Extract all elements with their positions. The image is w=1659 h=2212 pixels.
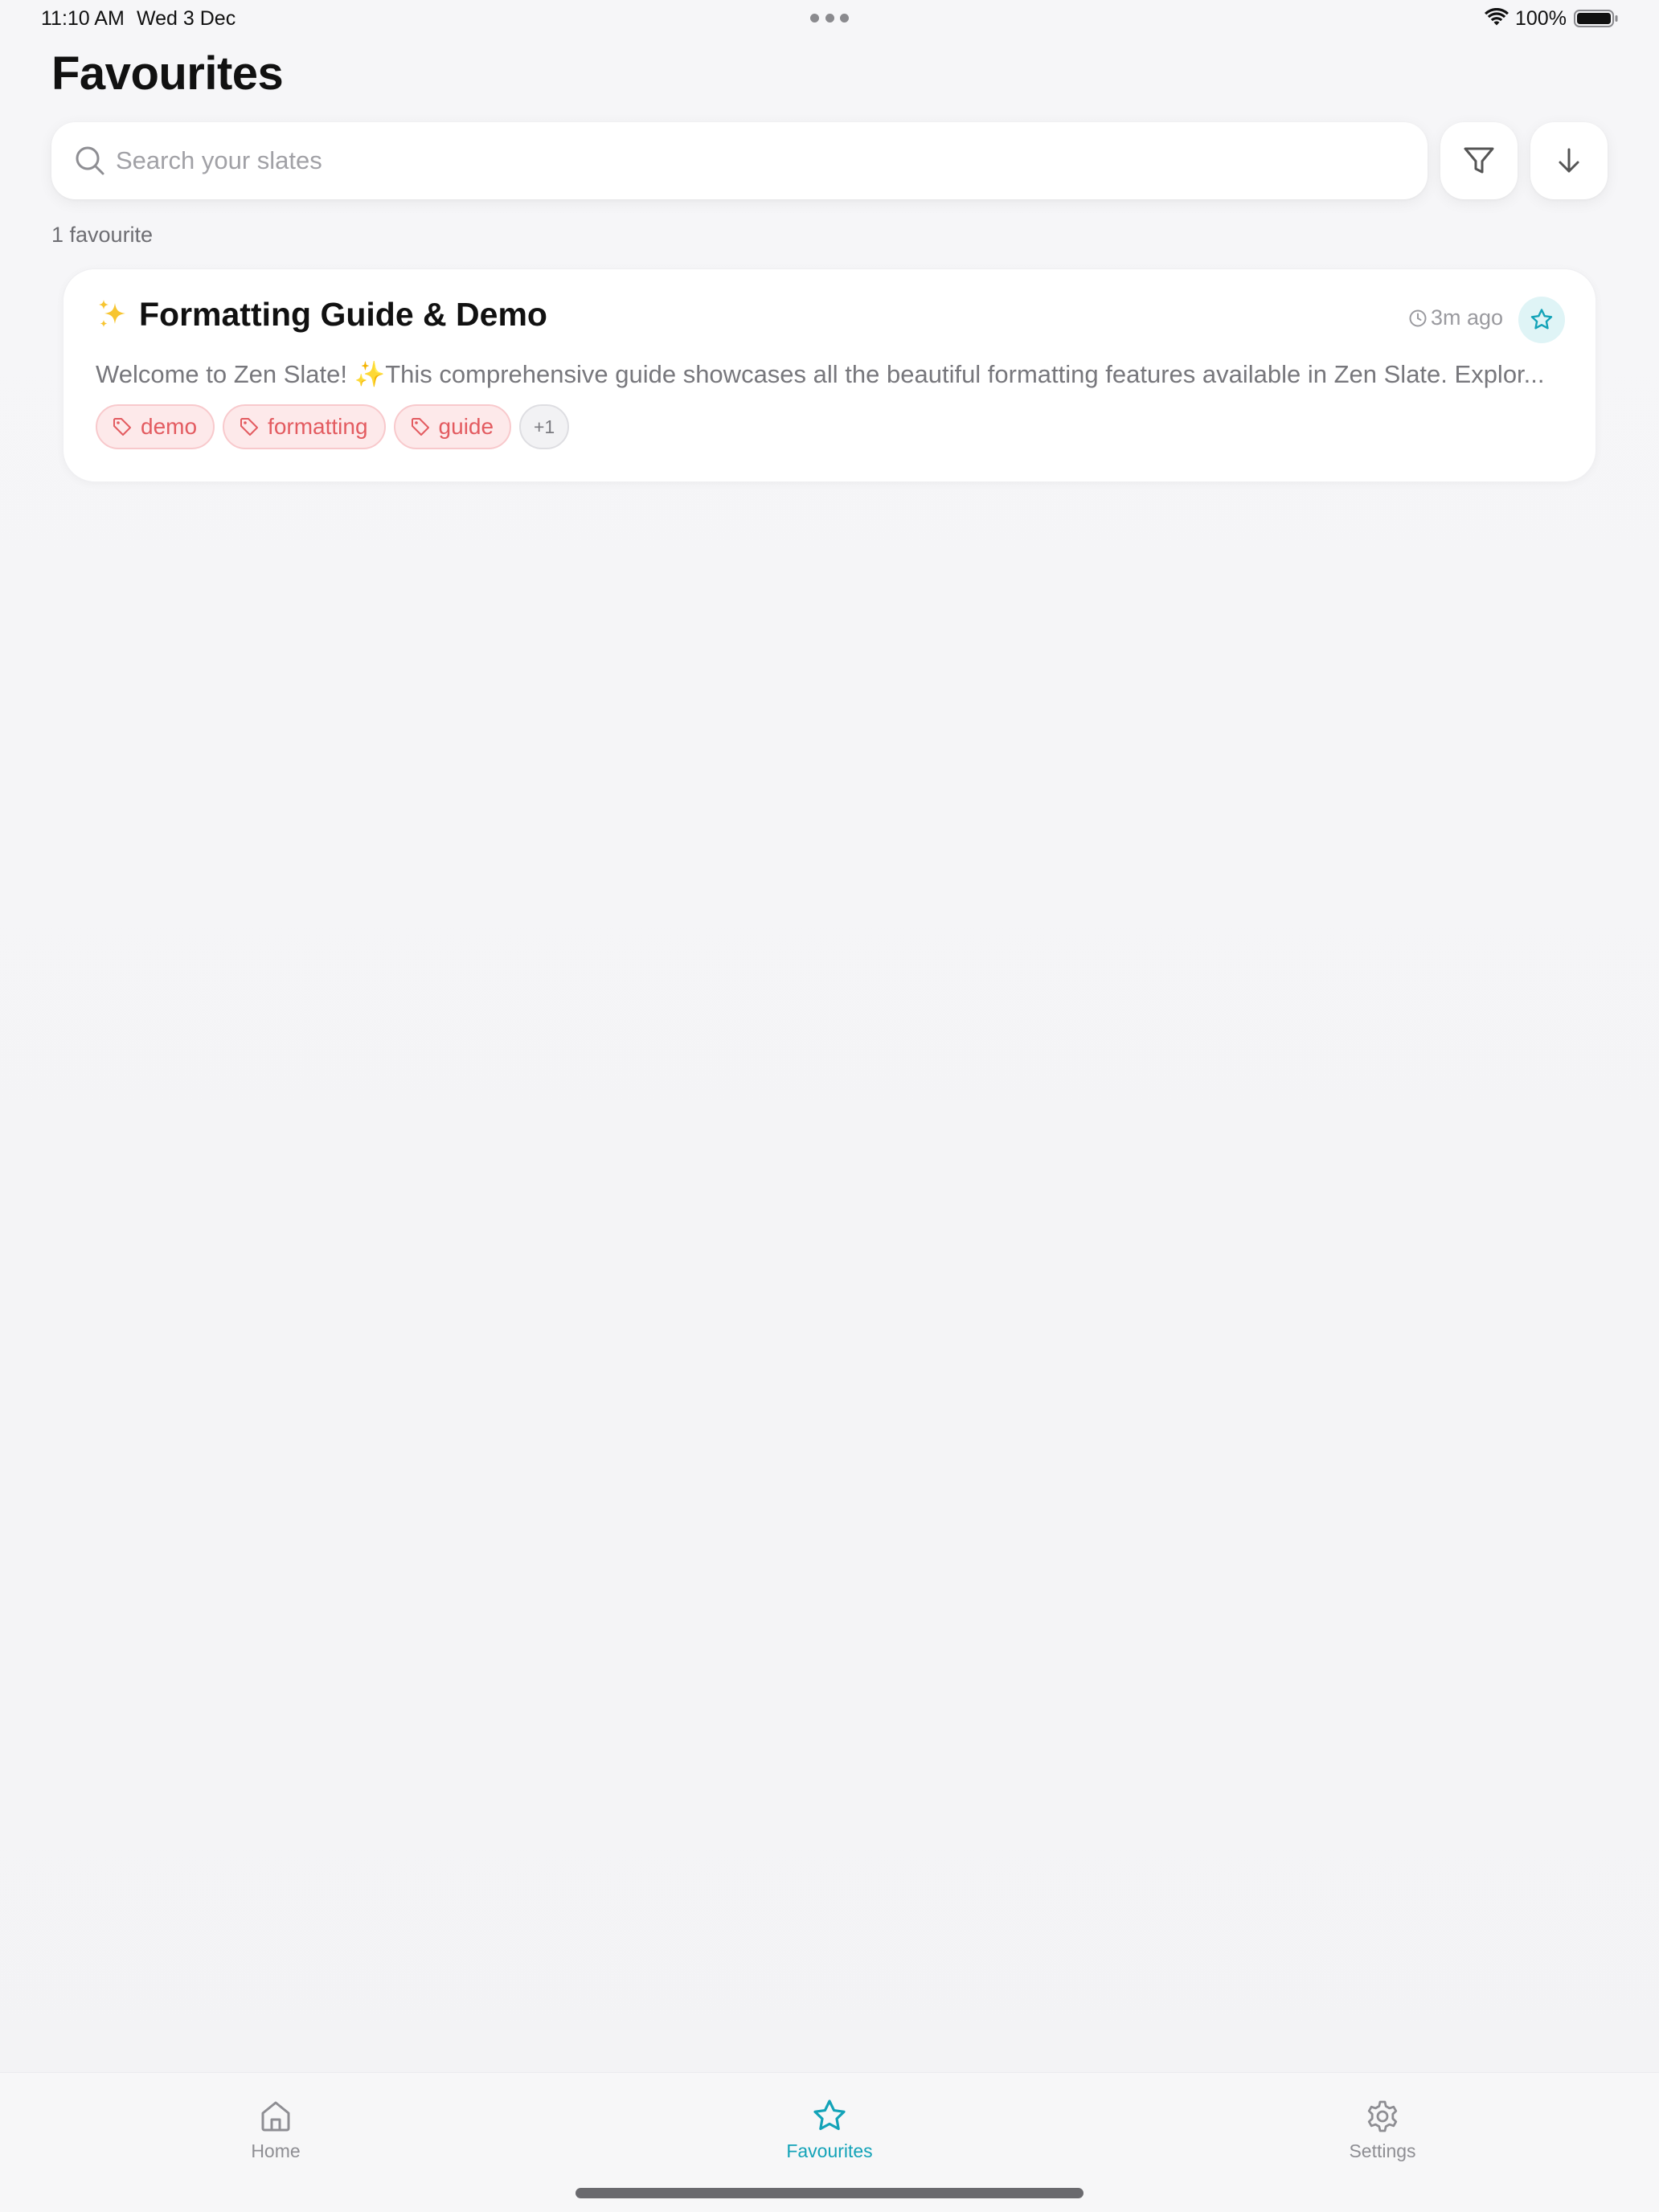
tab-home[interactable]: Home xyxy=(187,2097,364,2162)
slate-card[interactable]: Formatting Guide & Demo 3m ago Welcome t… xyxy=(63,268,1596,482)
home-indicator[interactable] xyxy=(576,2188,1083,2198)
status-bar: 11:10 AM Wed 3 Dec 100% xyxy=(0,0,1659,39)
search-bar[interactable] xyxy=(51,122,1428,199)
sparkles-icon xyxy=(99,299,125,327)
tab-favourites[interactable]: Favourites xyxy=(741,2097,918,2162)
tag-icon xyxy=(240,418,259,436)
favourites-screen: 11:10 AM Wed 3 Dec 100% Favourites Searc… xyxy=(0,0,1659,2212)
filter-icon xyxy=(1464,147,1494,174)
filter-button[interactable] xyxy=(1440,122,1518,199)
tag-list: demo formatting guide +1 xyxy=(96,404,570,449)
status-time: 11:10 AM xyxy=(41,7,125,30)
battery-icon xyxy=(1574,10,1618,27)
tag-label: formatting xyxy=(268,414,368,439)
page-title: Favourites xyxy=(51,47,284,100)
clock-icon xyxy=(1409,309,1427,326)
tag-chip[interactable]: guide xyxy=(393,404,512,449)
sort-button[interactable] xyxy=(1530,122,1608,199)
search-input[interactable] xyxy=(116,122,1402,199)
tag-chip[interactable]: demo xyxy=(96,404,215,449)
favourites-count: 1 favourite xyxy=(51,223,154,247)
favourite-toggle-button[interactable] xyxy=(1518,297,1565,343)
tag-chip[interactable]: formatting xyxy=(223,404,386,449)
home-icon xyxy=(261,2101,290,2132)
tag-label: guide xyxy=(438,414,494,439)
tab-settings-label: Settings xyxy=(1349,2140,1416,2161)
slate-title: Formatting Guide & Demo xyxy=(139,296,547,333)
multitasking-dots-icon[interactable] xyxy=(810,14,849,23)
status-date: Wed 3 Dec xyxy=(137,7,236,30)
tag-label: demo xyxy=(141,414,198,439)
battery-percentage: 100% xyxy=(1515,7,1567,30)
wifi-icon xyxy=(1485,8,1509,26)
tag-icon xyxy=(113,418,131,436)
slate-title-row: Formatting Guide & Demo xyxy=(96,296,547,334)
tag-icon xyxy=(411,418,429,436)
tab-home-label: Home xyxy=(251,2140,301,2161)
tab-favourites-label: Favourites xyxy=(786,2140,873,2161)
star-icon xyxy=(1530,309,1553,330)
slate-preview: Welcome to Zen Slate! ✨This comprehensiv… xyxy=(96,360,1545,388)
gear-icon xyxy=(1367,2100,1398,2132)
slate-timestamp: 3m ago xyxy=(1408,305,1503,330)
more-tags-badge[interactable]: +1 xyxy=(519,404,570,449)
search-icon xyxy=(76,146,104,175)
star-icon xyxy=(813,2099,846,2131)
arrow-down-icon xyxy=(1559,148,1579,173)
tab-settings[interactable]: Settings xyxy=(1294,2097,1471,2162)
slate-time-text: 3m ago xyxy=(1431,305,1504,330)
